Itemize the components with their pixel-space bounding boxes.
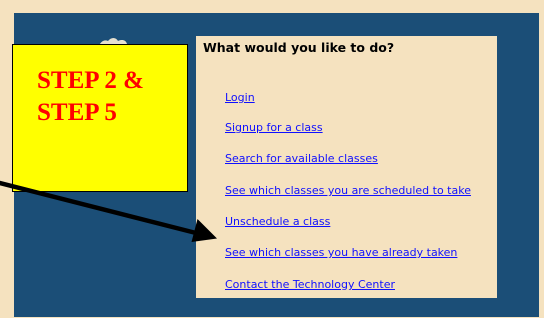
step-callout-text: STEP 2 & STEP 5 bbox=[37, 67, 144, 126]
menu-panel: What would you like to do? Login Signup … bbox=[196, 36, 497, 298]
step-callout: STEP 2 & STEP 5 bbox=[12, 44, 188, 192]
menu-heading: What would you like to do? bbox=[203, 40, 395, 55]
page: What would you like to do? Login Signup … bbox=[0, 0, 544, 318]
signup-for-class-link[interactable]: Signup for a class bbox=[225, 121, 323, 134]
classes-already-taken-link[interactable]: See which classes you have already taken bbox=[225, 246, 457, 259]
unschedule-class-link[interactable]: Unschedule a class bbox=[225, 215, 330, 228]
contact-technology-center-link[interactable]: Contact the Technology Center bbox=[225, 278, 395, 291]
search-available-classes-link[interactable]: Search for available classes bbox=[225, 152, 378, 165]
scheduled-classes-link[interactable]: See which classes you are scheduled to t… bbox=[225, 184, 471, 197]
login-link[interactable]: Login bbox=[225, 91, 255, 104]
